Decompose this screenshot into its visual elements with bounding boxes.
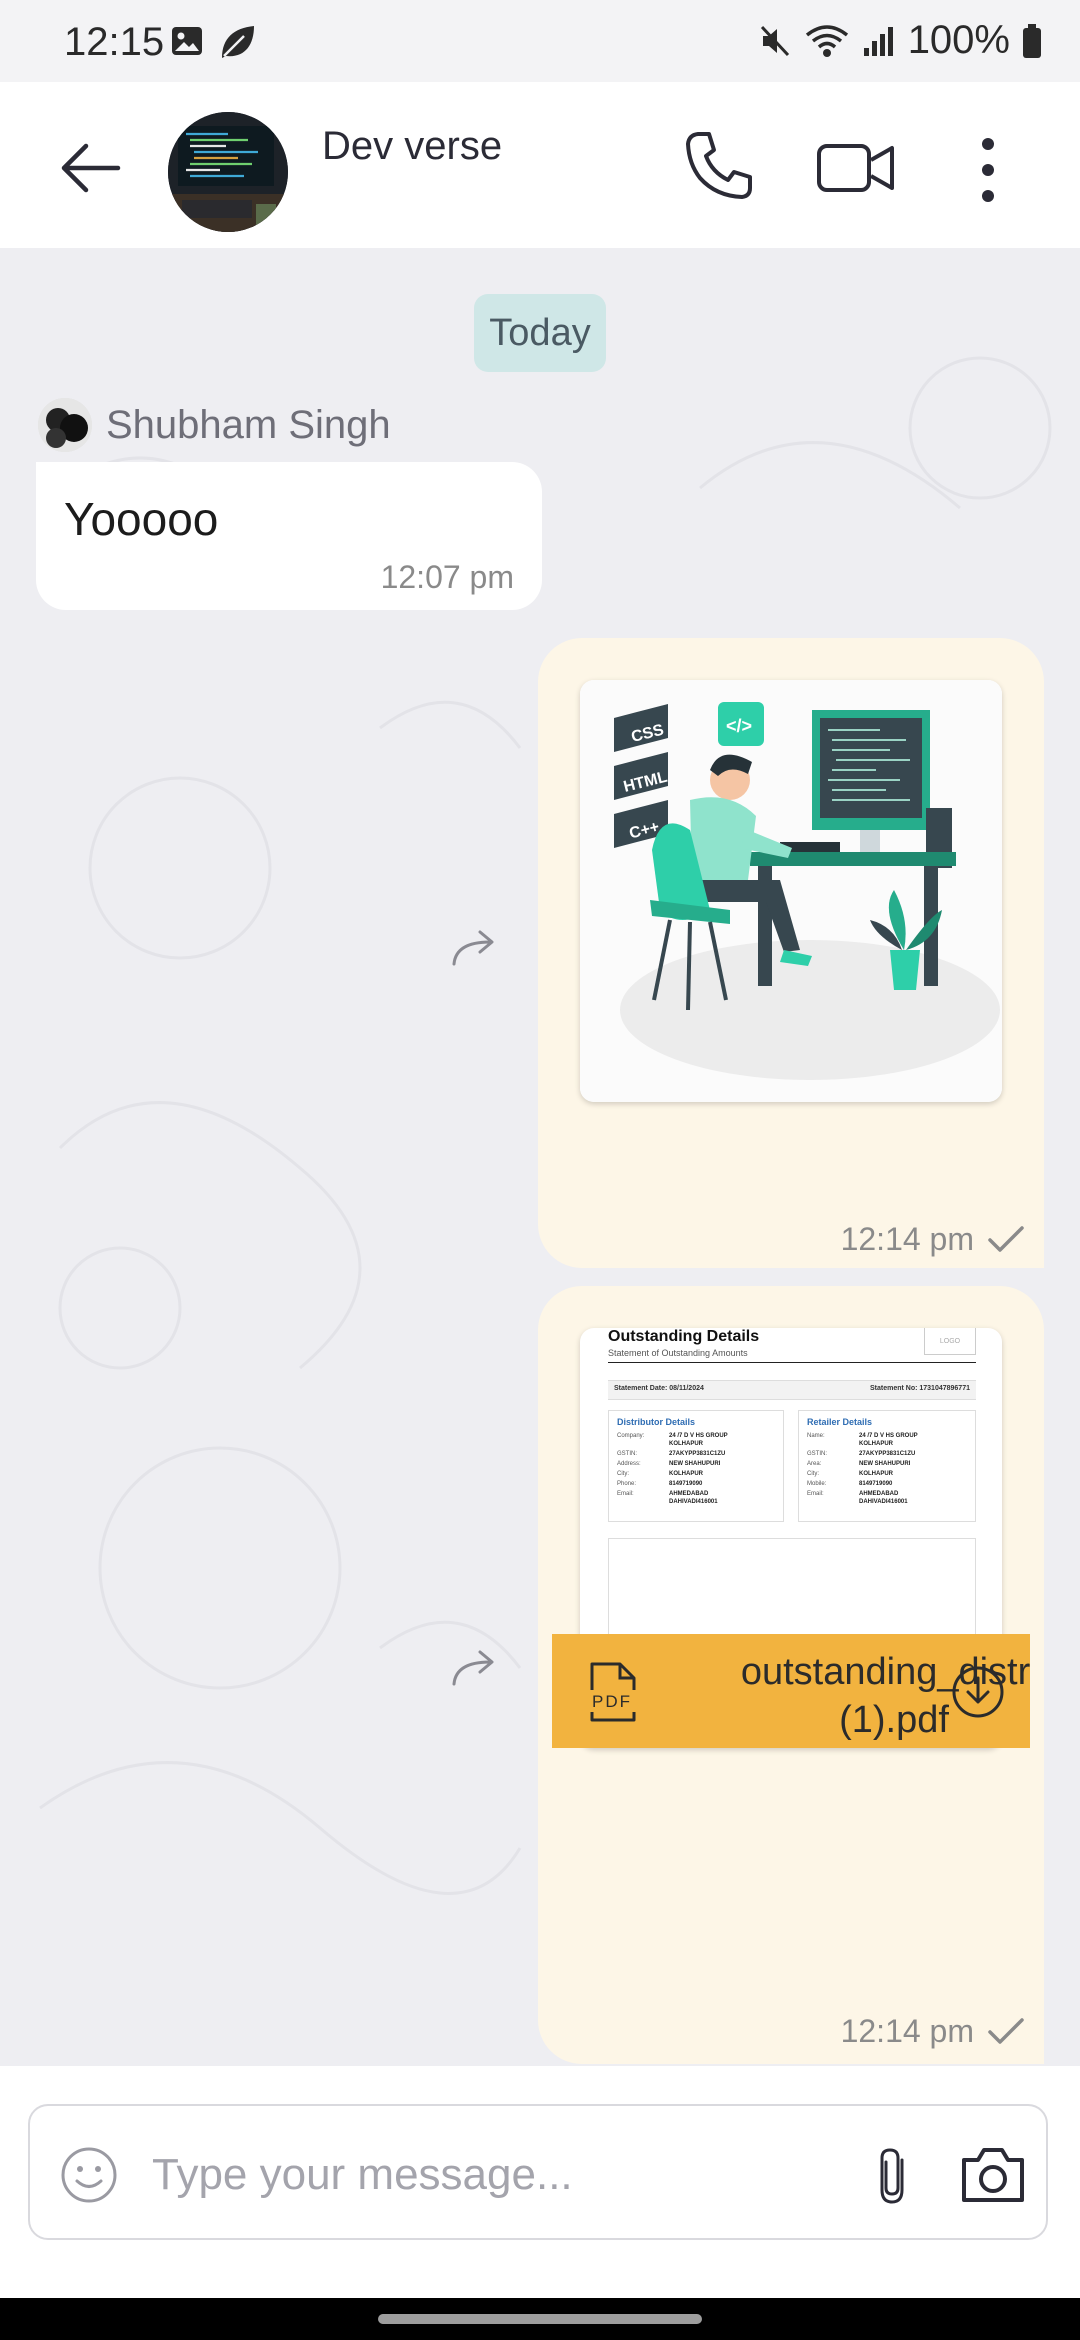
- svg-text:</>: </>: [726, 716, 752, 736]
- battery-percentage: 100%: [907, 18, 1010, 62]
- distributor-row: Email: AHMEDABAD: [617, 1491, 709, 1497]
- tech-badges: CSS HTML C++: [614, 704, 669, 848]
- pdf-badge-text: PDF: [592, 1692, 632, 1711]
- group-avatar[interactable]: [168, 112, 288, 232]
- status-time: 12:15: [64, 20, 165, 64]
- pdf-statement-bar: Statement Date: 08/11/2024 Statement No:…: [608, 1380, 976, 1400]
- emoji-icon[interactable]: [60, 2146, 118, 2204]
- pdf-preview-subtitle: Statement of Outstanding Amounts: [608, 1348, 748, 1358]
- pdf-file-bar[interactable]: PDF outstanding_distril (1).pdf: [552, 1634, 1030, 1748]
- forward-icon[interactable]: [450, 1648, 500, 1688]
- mute-icon: [760, 25, 789, 56]
- distributor-row: City: KOLHAPUR: [617, 1471, 703, 1477]
- more-vertical-icon[interactable]: [964, 132, 1012, 208]
- pdf-preview-logo: LOGO: [924, 1328, 976, 1355]
- home-gesture-handle[interactable]: [378, 2314, 702, 2324]
- message-composer: [28, 2104, 1048, 2240]
- distributor-heading: Distributor Details: [617, 1417, 696, 1427]
- outgoing-pdf-message[interactable]: Outstanding Details Statement of Outstan…: [538, 1286, 1044, 2064]
- outgoing-image-message[interactable]: CSS HTML C++ </> 12:14 pm: [538, 638, 1044, 1268]
- sender-avatar[interactable]: [38, 398, 92, 452]
- sent-check-icon: [988, 1226, 1024, 1252]
- camera-icon[interactable]: [958, 2144, 1028, 2206]
- chat-messages-area[interactable]: Today Shubham Singh Yooooo 12:07 pm CSS …: [0, 248, 1080, 2066]
- retailer-row: Area: NEW SHAHUPURI: [807, 1461, 911, 1467]
- retailer-details-box: Retailer Details Name: 24 /7 D V HS GROUP…: [798, 1410, 976, 1522]
- pdf-file-icon: PDF: [582, 1662, 644, 1722]
- leaf-icon: [222, 26, 254, 58]
- pdf-preview-title: Outstanding Details: [608, 1328, 760, 1345]
- chat-title[interactable]: Dev verse: [322, 124, 502, 169]
- sender-photo: [38, 398, 92, 452]
- back-arrow-icon[interactable]: [56, 138, 126, 198]
- status-system-icons: 100%: [758, 18, 1042, 63]
- distributor-row: Phone: 8149719090: [617, 1481, 703, 1487]
- message-time: 12:14 pm: [840, 1221, 974, 1257]
- image-icon: [172, 27, 202, 55]
- wifi-icon: [805, 24, 848, 57]
- statement-date: Statement Date: 08/11/2024: [614, 1385, 704, 1392]
- paperclip-icon[interactable]: [872, 2146, 916, 2206]
- distributor-details-box: Distributor Details Company: 24 /7 D V HS…: [608, 1410, 784, 1522]
- retailer-row: Mobile: 8149719090: [807, 1481, 893, 1487]
- shared-image[interactable]: CSS HTML C++ </>: [580, 680, 1002, 1102]
- message-time: 12:07 pm: [380, 559, 514, 595]
- retailer-row: City: KOLHAPUR: [807, 1471, 893, 1477]
- code-screen-image: [168, 112, 288, 232]
- signal-icon: [863, 26, 893, 56]
- retailer-row: Name: 24 /7 D V HS GROUP: [807, 1433, 918, 1439]
- forward-icon[interactable]: [450, 928, 500, 968]
- developer-illustration: CSS HTML C++ </>: [580, 680, 1002, 1102]
- distributor-row: Address: NEW SHAHUPURI: [617, 1461, 721, 1467]
- distributor-row: GSTIN: 27AKYPP3831C1ZU: [617, 1451, 726, 1457]
- date-separator: Today: [474, 294, 606, 372]
- retailer-row: Email: AHMEDABAD: [807, 1491, 899, 1497]
- battery-icon: [1023, 23, 1041, 58]
- sender-row: Shubham Singh: [38, 398, 391, 452]
- composer-area: [0, 2066, 1080, 2298]
- message-time: 12:14 pm: [840, 2013, 974, 2049]
- sent-check-icon: [988, 2018, 1024, 2044]
- statement-number: Statement No: 1731047896771: [869, 1385, 970, 1392]
- sender-name[interactable]: Shubham Singh: [106, 403, 391, 448]
- message-text: Yooooo: [64, 493, 219, 545]
- phone-icon[interactable]: [682, 128, 758, 204]
- video-camera-icon[interactable]: [816, 138, 896, 198]
- system-navigation-bar: [0, 2298, 1080, 2340]
- message-input[interactable]: [150, 2134, 874, 2216]
- retailer-heading: Retailer Details: [807, 1417, 873, 1427]
- status-bar: 12:15 100%: [0, 0, 1080, 82]
- chat-header: Dev verse: [0, 82, 1080, 248]
- distributor-row: Company: 24 /7 D V HS GROUP: [617, 1433, 728, 1439]
- retailer-row: GSTIN: 27AKYPP3831C1ZU: [807, 1451, 916, 1457]
- pdf-preview-divider: [608, 1362, 976, 1363]
- incoming-message-bubble[interactable]: Yooooo 12:07 pm: [36, 462, 542, 610]
- download-icon[interactable]: [950, 1664, 1006, 1720]
- status-notification-icons: [170, 24, 256, 60]
